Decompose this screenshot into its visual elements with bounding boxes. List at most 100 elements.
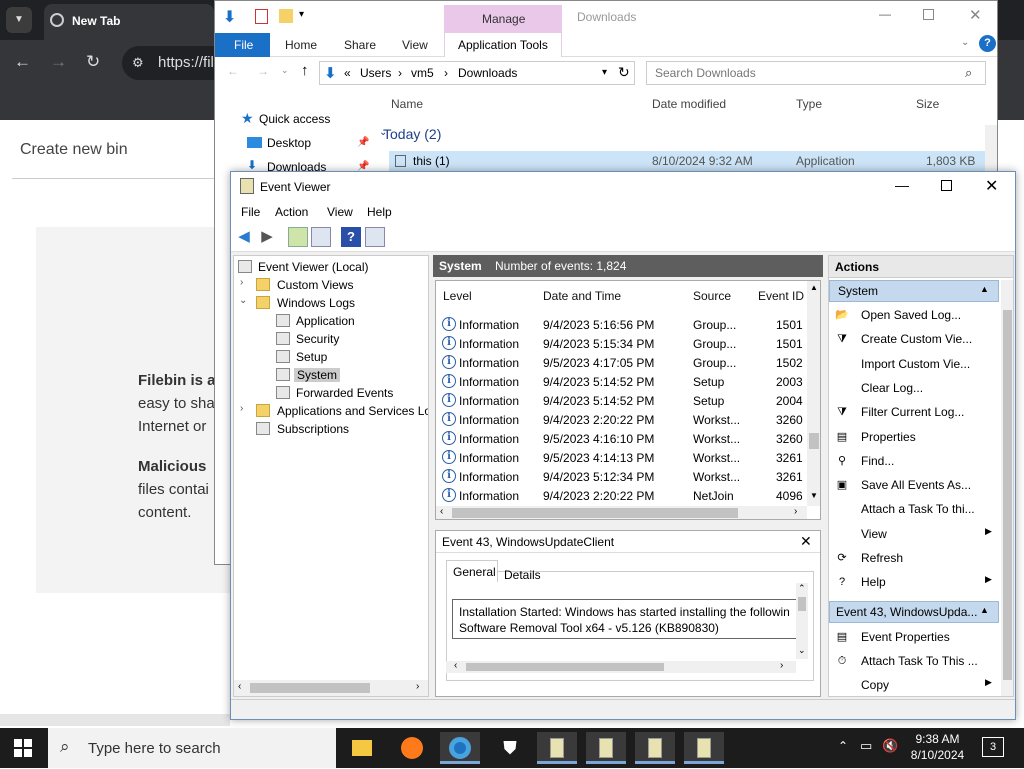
scroll-right-icon[interactable]: ›: [794, 506, 797, 517]
forward-icon[interactable]: →: [257, 64, 269, 78]
chevron-up-icon[interactable]: ⌃: [838, 739, 848, 753]
chevron-down-icon[interactable]: ⌄: [239, 295, 247, 306]
scroll-right-icon[interactable]: ›: [780, 660, 783, 671]
menu-help[interactable]: Help: [367, 205, 392, 219]
nav-quick-access[interactable]: Quick access: [259, 112, 330, 126]
action-item[interactable]: ▣ Save All Events As...: [829, 473, 999, 497]
event-row[interactable]: i Information 9/4/2023 2:20:22 PM Workst...…: [436, 410, 806, 429]
taskbar-file-explorer[interactable]: [342, 732, 382, 764]
taskbar-clock[interactable]: 9:38 AM 8/10/2024: [900, 731, 975, 763]
action-item[interactable]: ⚲ Find...: [829, 449, 999, 473]
maximize-icon[interactable]: [923, 9, 934, 20]
tree-item-windows-logs[interactable]: ⌄ Windows Logs: [234, 294, 428, 312]
scroll-down-icon[interactable]: ⌄: [798, 645, 806, 656]
event-row[interactable]: i Information 9/4/2023 5:12:34 PM Workst...…: [436, 467, 806, 486]
taskbar-event-viewer-1[interactable]: [537, 732, 577, 764]
back-icon[interactable]: ◀: [234, 227, 254, 247]
breadcrumb-downloads[interactable]: Downloads: [458, 66, 517, 80]
scroll-down-icon[interactable]: ▼: [810, 491, 818, 500]
action-item[interactable]: Import Custom Vie...: [829, 352, 999, 376]
notification-center-icon[interactable]: 3: [982, 737, 1004, 757]
nav-desktop[interactable]: Desktop: [267, 136, 311, 150]
action-item[interactable]: ▤ Properties: [829, 425, 999, 449]
taskbar-event-viewer-4[interactable]: [684, 732, 724, 764]
site-info-icon[interactable]: ⚙: [132, 55, 144, 71]
minimize-icon[interactable]: —: [895, 177, 909, 193]
scroll-thumb[interactable]: [250, 683, 370, 693]
scroll-thumb[interactable]: [798, 597, 806, 611]
tree-item-forwarded-events[interactable]: Forwarded Events: [234, 384, 428, 402]
action-item[interactable]: ⧩ Create Custom Vie...: [829, 327, 999, 351]
pin-icon[interactable]: 📌: [357, 137, 369, 148]
column-level[interactable]: Level: [443, 289, 472, 303]
back-icon[interactable]: ←: [14, 52, 31, 72]
minimize-icon[interactable]: —: [879, 7, 891, 21]
ribbon-tab-application-tools[interactable]: Application Tools: [444, 33, 562, 57]
close-icon[interactable]: ✕: [800, 533, 812, 550]
column-source[interactable]: Source: [693, 289, 731, 303]
forward-icon[interactable]: →: [50, 52, 67, 72]
maximize-icon[interactable]: [941, 180, 952, 191]
expand-ribbon-icon[interactable]: ⌄: [961, 37, 969, 48]
taskbar-security[interactable]: ⛊: [490, 732, 530, 764]
tree-item-system[interactable]: System: [234, 366, 428, 384]
tab-general[interactable]: General: [446, 560, 498, 582]
tree-item-subscriptions[interactable]: Subscriptions: [234, 420, 428, 438]
event-row[interactable]: i Information 9/4/2023 2:20:22 PM NetJoin 40…: [436, 486, 806, 505]
actions-section-event[interactable]: Event 43, WindowsUpda... ▲: [829, 601, 999, 623]
tree-item-setup[interactable]: Setup: [234, 348, 428, 366]
recent-locations-icon[interactable]: ⌄: [281, 65, 289, 76]
action-item[interactable]: ? Help ▶: [829, 570, 999, 594]
show-action-pane-icon[interactable]: [365, 227, 385, 247]
scroll-thumb[interactable]: [452, 508, 738, 518]
event-row[interactable]: i Information 9/5/2023 4:17:05 PM Group... 1…: [436, 353, 806, 372]
ribbon-tab-home[interactable]: Home: [285, 38, 317, 52]
action-item[interactable]: ⧩ Filter Current Log...: [829, 400, 999, 424]
taskbar-search[interactable]: ⌕ Type here to search: [48, 728, 336, 768]
tab-details[interactable]: Details: [504, 568, 541, 582]
event-list-hscrollbar[interactable]: ‹ ›: [436, 506, 807, 519]
column-size[interactable]: Size: [916, 97, 939, 111]
actions-scrollbar[interactable]: [1001, 280, 1013, 696]
event-row[interactable]: i Information 9/5/2023 4:16:10 PM Workst...…: [436, 429, 806, 448]
close-icon[interactable]: ✕: [969, 6, 982, 24]
menu-action[interactable]: Action: [275, 205, 308, 219]
address-bar[interactable]: ⬇ « Users › vm5 › Downloads ▾ ↻: [319, 61, 635, 85]
event-row[interactable]: i Information 9/4/2023 5:15:34 PM Group... 1…: [436, 334, 806, 353]
help-icon[interactable]: ?: [979, 35, 996, 52]
search-input[interactable]: Search Downloads ⌕: [646, 61, 986, 85]
action-item[interactable]: Attach a Task To thi...: [829, 497, 999, 521]
tree-hscrollbar[interactable]: ‹ ›: [234, 680, 428, 696]
tree-item-applications-services[interactable]: › Applications and Services Lo: [234, 402, 428, 420]
browser-scrollbar[interactable]: [0, 714, 230, 726]
group-header[interactable]: Today (2): [383, 126, 441, 142]
chevron-right-icon[interactable]: ›: [240, 277, 243, 288]
scroll-left-icon[interactable]: ‹: [440, 506, 443, 517]
taskbar-event-viewer-2[interactable]: [586, 732, 626, 764]
chevron-down-icon[interactable]: ▾: [299, 9, 304, 20]
address-bar[interactable]: ⚙ https://fil: [122, 46, 222, 80]
close-icon[interactable]: ✕: [985, 176, 998, 196]
event-row[interactable]: i Information 9/5/2023 4:14:13 PM Workst...…: [436, 448, 806, 467]
properties-icon[interactable]: [255, 9, 268, 24]
column-date-modified[interactable]: Date modified: [652, 97, 726, 111]
refresh-icon[interactable]: ↻: [618, 64, 630, 81]
help-icon[interactable]: ?: [341, 227, 361, 247]
scroll-left-icon[interactable]: ‹: [454, 660, 457, 671]
event-row[interactable]: i Information 9/4/2023 5:14:52 PM Setup 2004: [436, 391, 806, 410]
taskbar-chrome[interactable]: [440, 732, 480, 764]
action-item[interactable]: View ▶: [829, 522, 999, 546]
action-item[interactable]: ⟳ Refresh: [829, 546, 999, 570]
manage-tab[interactable]: Manage: [444, 5, 562, 33]
show-hide-tree-icon[interactable]: [311, 227, 331, 247]
scroll-right-icon[interactable]: ›: [416, 681, 419, 692]
browser-tab[interactable]: New Tab: [44, 4, 214, 40]
action-item[interactable]: Clear Log...: [829, 376, 999, 400]
menu-view[interactable]: View: [327, 205, 353, 219]
tab-search-button[interactable]: ▼: [6, 7, 32, 33]
volume-muted-icon[interactable]: 🔇: [882, 738, 898, 754]
up-folder-icon[interactable]: [288, 227, 308, 247]
detail-vscrollbar[interactable]: ⌃ ⌄: [796, 583, 808, 659]
scroll-up-icon[interactable]: ▲: [810, 283, 818, 292]
up-icon[interactable]: ↑: [301, 62, 309, 79]
